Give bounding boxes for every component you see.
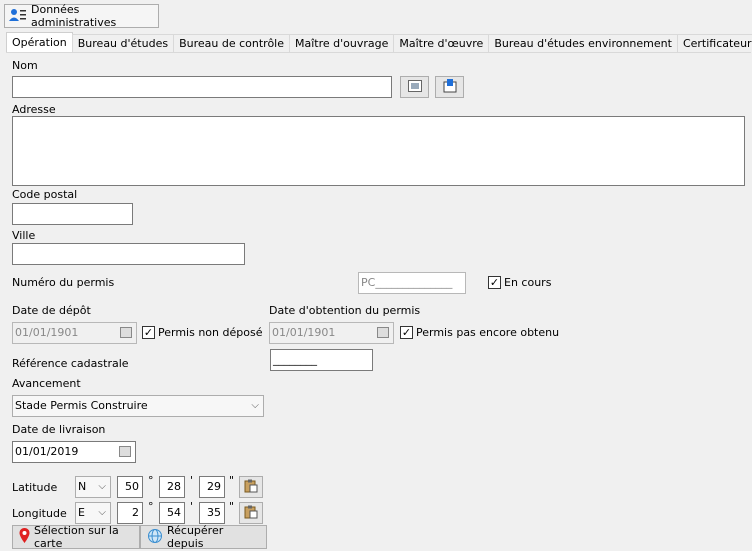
latitude-degrees-input[interactable]: 50	[117, 476, 143, 498]
adresse-textarea[interactable]	[12, 116, 745, 186]
longitude-minutes-input[interactable]: 54	[159, 502, 185, 524]
avancement-select[interactable]: Stade Permis Construire ⌵	[12, 395, 264, 417]
ville-label: Ville	[12, 229, 36, 242]
calendar-icon[interactable]	[119, 446, 131, 457]
tab-maitre-oeuvre[interactable]: Maître d'œuvre	[393, 34, 490, 52]
permis-pas-obtenu-check-box[interactable]: ✓	[400, 326, 413, 339]
permis-non-depose-check-box[interactable]: ✓	[142, 326, 155, 339]
date-depot-value: 01/01/1901	[15, 326, 79, 339]
map-pin-icon	[19, 528, 30, 546]
permis-non-depose-checkbox[interactable]: ✓ Permis non déposé	[142, 326, 262, 339]
chevron-down-icon: ⌵	[98, 481, 106, 492]
en-cours-check-box[interactable]: ✓	[488, 276, 501, 289]
donnees-administratives-label: Données administratives	[31, 3, 117, 29]
en-cours-label: En cours	[504, 276, 552, 289]
adresse-label: Adresse	[12, 103, 56, 116]
date-livraison-label: Date de livraison	[12, 423, 106, 436]
ref-cadastrale-label: Référence cadastrale	[12, 357, 129, 370]
chevron-down-icon: ⌵	[251, 400, 259, 411]
longitude-paste-button[interactable]	[239, 502, 263, 524]
tab-bureau-etudes[interactable]: Bureau d'études	[71, 34, 175, 52]
clipboard-icon	[244, 479, 258, 496]
nom-label: Nom	[12, 59, 38, 72]
tab-bar: Opération Bureau d'études Bureau de cont…	[6, 32, 752, 52]
donnees-administratives-button[interactable]: Données administratives	[4, 3, 159, 29]
longitude-label: Longitude	[12, 507, 67, 520]
date-livraison-input[interactable]: 01/01/2019	[12, 441, 136, 463]
date-obtention-input: 01/01/1901	[269, 322, 394, 344]
ref-cadastrale-input[interactable]: ________	[270, 349, 373, 371]
date-obtention-label: Date d'obtention du permis	[269, 304, 421, 317]
clipboard-icon	[244, 505, 258, 522]
longitude-degrees-input[interactable]: 2	[117, 502, 143, 524]
avancement-label: Avancement	[12, 377, 81, 390]
degree-symbol: °	[148, 500, 154, 513]
calendar-icon	[120, 327, 132, 338]
date-obtention-value: 01/01/1901	[272, 326, 336, 339]
degree-symbol: °	[148, 474, 154, 487]
selection-carte-label: Sélection sur la carte	[34, 524, 119, 550]
minute-symbol: '	[190, 474, 194, 487]
latitude-seconds-input[interactable]: 29	[199, 476, 225, 498]
chevron-down-icon: ⌵	[98, 507, 106, 518]
permis-input[interactable]: PC______________	[358, 272, 466, 294]
longitude-hemisphere-select[interactable]: E ⌵	[75, 502, 111, 524]
latitude-hemisphere-select[interactable]: N ⌵	[75, 476, 111, 498]
nom-picker-button[interactable]	[400, 76, 429, 98]
latitude-label: Latitude	[12, 481, 58, 494]
permis-non-depose-label: Permis non déposé	[158, 326, 263, 339]
permis-pas-obtenu-checkbox[interactable]: ✓ Permis pas encore obtenu	[400, 326, 559, 339]
user-list-icon	[9, 8, 27, 25]
nom-input[interactable]	[12, 76, 392, 98]
tab-operation[interactable]: Opération	[6, 32, 73, 52]
tab-bureau-etudes-environnement[interactable]: Bureau d'études environnement	[488, 34, 678, 52]
import-icon	[443, 78, 457, 96]
tab-bureau-controle[interactable]: Bureau de contrôle	[173, 34, 290, 52]
date-depot-input: 01/01/1901	[12, 322, 137, 344]
calendar-icon	[377, 327, 389, 338]
latitude-paste-button[interactable]	[239, 476, 263, 498]
tab-certificateur[interactable]: Certificateur	[676, 34, 752, 52]
code-postal-input[interactable]	[12, 203, 133, 225]
latitude-minutes-input[interactable]: 28	[159, 476, 185, 498]
permis-label: Numéro du permis	[12, 276, 115, 289]
longitude-seconds-input[interactable]: 35	[199, 502, 225, 524]
window-icon	[407, 79, 422, 95]
tab-maitre-ouvrage[interactable]: Maître d'ouvrage	[289, 34, 395, 52]
recuperer-depuis-button[interactable]: Récupérer depuis	[140, 524, 267, 550]
longitude-hemisphere-value: E	[78, 506, 85, 519]
selection-carte-button[interactable]: Sélection sur la carte	[12, 524, 140, 550]
date-depot-label: Date de dépôt	[12, 304, 91, 317]
second-symbol: "	[229, 500, 235, 513]
recuperer-depuis-label: Récupérer depuis	[167, 524, 224, 550]
latitude-hemisphere-value: N	[78, 480, 87, 493]
en-cours-checkbox[interactable]: ✓ En cours	[488, 276, 551, 289]
permis-pas-obtenu-label: Permis pas encore obtenu	[416, 326, 560, 339]
avancement-value: Stade Permis Construire	[15, 399, 148, 412]
code-postal-label: Code postal	[12, 188, 78, 201]
nom-import-button[interactable]	[435, 76, 464, 98]
ville-input[interactable]	[12, 243, 245, 265]
globe-icon	[147, 528, 163, 547]
minute-symbol: '	[190, 500, 194, 513]
date-livraison-value: 01/01/2019	[15, 445, 79, 458]
second-symbol: "	[229, 474, 235, 487]
